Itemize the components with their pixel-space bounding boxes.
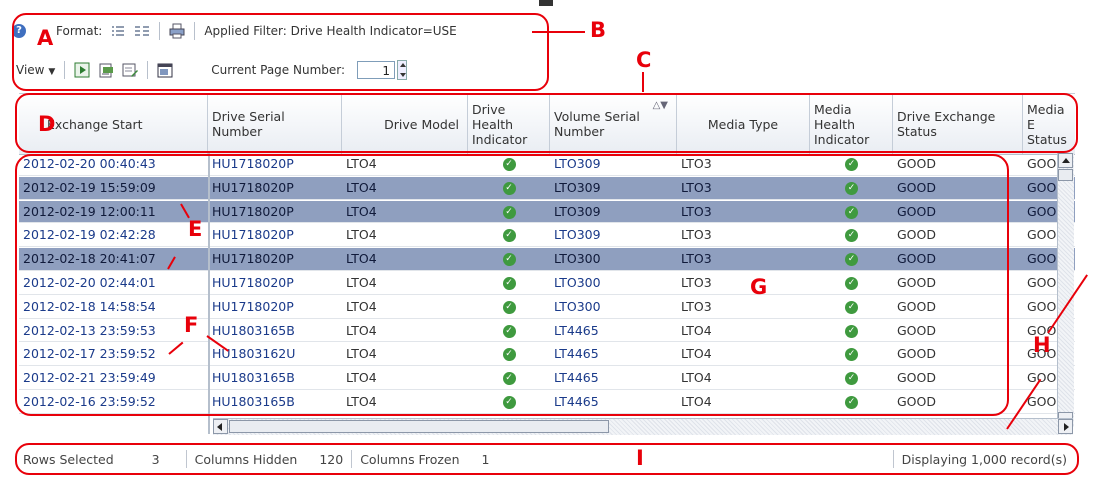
top-edge-icon bbox=[539, 0, 553, 6]
annotation-label-f: F bbox=[184, 313, 199, 337]
annotation-box-d bbox=[15, 93, 1078, 153]
annotation-box-g bbox=[15, 154, 1009, 416]
scroll-up-button[interactable] bbox=[1058, 153, 1073, 168]
annotation-label-h: H bbox=[1033, 333, 1051, 357]
annotation-line-c bbox=[642, 72, 644, 92]
vertical-scroll-thumb[interactable] bbox=[1058, 169, 1073, 181]
scroll-right-button[interactable] bbox=[1058, 419, 1073, 434]
annotation-box-a bbox=[12, 13, 549, 91]
annotation-label-e: E bbox=[188, 217, 203, 241]
annotation-label-d: D bbox=[38, 112, 56, 136]
annotation-label-g: G bbox=[750, 275, 768, 299]
annotation-box-i bbox=[15, 443, 1079, 475]
annotation-line-b bbox=[532, 31, 585, 33]
annotation-label-a: A bbox=[37, 26, 54, 50]
annotation-label-b: B bbox=[590, 18, 607, 42]
scroll-left-button[interactable] bbox=[213, 419, 228, 434]
vertical-scrollbar[interactable] bbox=[1057, 153, 1074, 427]
annotation-label-i: I bbox=[636, 446, 644, 470]
horizontal-scrollbar[interactable] bbox=[213, 418, 1073, 435]
annotation-label-c: C bbox=[636, 48, 652, 72]
horizontal-scroll-thumb[interactable] bbox=[229, 420, 609, 433]
